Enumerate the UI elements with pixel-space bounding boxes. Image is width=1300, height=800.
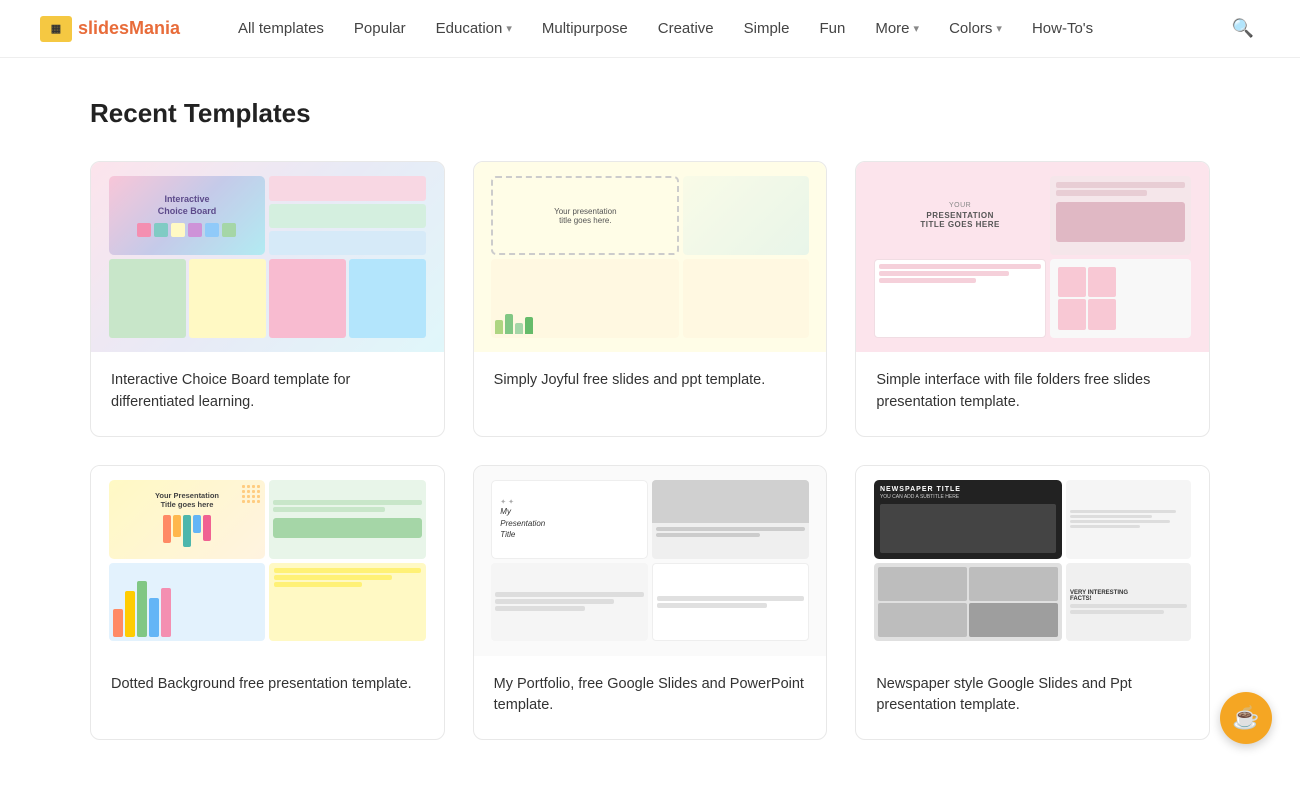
nav-popular[interactable]: Popular — [340, 14, 420, 43]
template-title-5: My Portfolio, free Google Slides and Pow… — [494, 674, 807, 718]
nav-links: All templates Popular Education ▾ Multip… — [224, 14, 1222, 43]
search-icon: 🔍 — [1232, 18, 1254, 39]
template-thumb-4: Your PresentationTitle goes here — [91, 466, 444, 656]
navbar: ▦ slidesMania All templates Popular Educ… — [0, 0, 1300, 58]
more-chevron-icon: ▾ — [914, 22, 920, 35]
nav-how-tos[interactable]: How-To's — [1018, 14, 1107, 43]
nav-colors[interactable]: Colors ▾ — [935, 14, 1016, 43]
template-title-6: Newspaper style Google Slides and Ppt pr… — [876, 674, 1189, 718]
logo-icon: ▦ — [40, 16, 72, 42]
nav-creative[interactable]: Creative — [644, 14, 728, 43]
template-title-4: Dotted Background free presentation temp… — [111, 674, 424, 696]
logo[interactable]: ▦ slidesMania — [40, 16, 180, 42]
template-thumb-3: YOUR PRESENTATIONTITLE GOES HERE — [856, 162, 1209, 352]
colors-chevron-icon: ▾ — [996, 22, 1002, 35]
section-title: Recent Templates — [90, 98, 1210, 129]
template-card-2[interactable]: Your presentationtitle goes here. — [473, 161, 828, 437]
template-thumb-6: NEWSPAPER TITLE YOU CAN ADD A SUBTITLE H… — [856, 466, 1209, 656]
search-button[interactable]: 🔍 — [1226, 12, 1260, 46]
nav-multipurpose[interactable]: Multipurpose — [528, 14, 642, 43]
logo-text: slidesMania — [78, 18, 180, 39]
template-info-2: Simply Joyful free slides and ppt templa… — [474, 352, 827, 414]
template-card-5[interactable]: ✦ ✦ MyPresentationTitle — [473, 465, 828, 741]
templates-grid: InteractiveChoice Board — [90, 161, 1210, 740]
template-info-1: Interactive Choice Board template for di… — [91, 352, 444, 436]
template-info-3: Simple interface with file folders free … — [856, 352, 1209, 436]
coffee-icon: ☕ — [1232, 705, 1259, 731]
template-card-3[interactable]: YOUR PRESENTATIONTITLE GOES HERE — [855, 161, 1210, 437]
template-info-4: Dotted Background free presentation temp… — [91, 656, 444, 718]
template-card-6[interactable]: NEWSPAPER TITLE YOU CAN ADD A SUBTITLE H… — [855, 465, 1210, 741]
template-title-1: Interactive Choice Board template for di… — [111, 370, 424, 414]
nav-more[interactable]: More ▾ — [861, 14, 933, 43]
nav-all-templates[interactable]: All templates — [224, 14, 338, 43]
template-thumb-2: Your presentationtitle goes here. — [474, 162, 827, 352]
template-title-2: Simply Joyful free slides and ppt templa… — [494, 370, 807, 392]
nav-education[interactable]: Education ▾ — [422, 14, 526, 43]
nav-simple[interactable]: Simple — [730, 14, 804, 43]
template-title-3: Simple interface with file folders free … — [876, 370, 1189, 414]
main-content: Recent Templates InteractiveChoice Board — [50, 58, 1250, 800]
nav-fun[interactable]: Fun — [805, 14, 859, 43]
template-info-6: Newspaper style Google Slides and Ppt pr… — [856, 656, 1209, 740]
coffee-button[interactable]: ☕ — [1220, 692, 1272, 744]
template-info-5: My Portfolio, free Google Slides and Pow… — [474, 656, 827, 740]
template-thumb-5: ✦ ✦ MyPresentationTitle — [474, 466, 827, 656]
template-card-4[interactable]: Your PresentationTitle goes here — [90, 465, 445, 741]
template-card-1[interactable]: InteractiveChoice Board — [90, 161, 445, 437]
education-chevron-icon: ▾ — [506, 22, 512, 35]
template-thumb-1: InteractiveChoice Board — [91, 162, 444, 352]
